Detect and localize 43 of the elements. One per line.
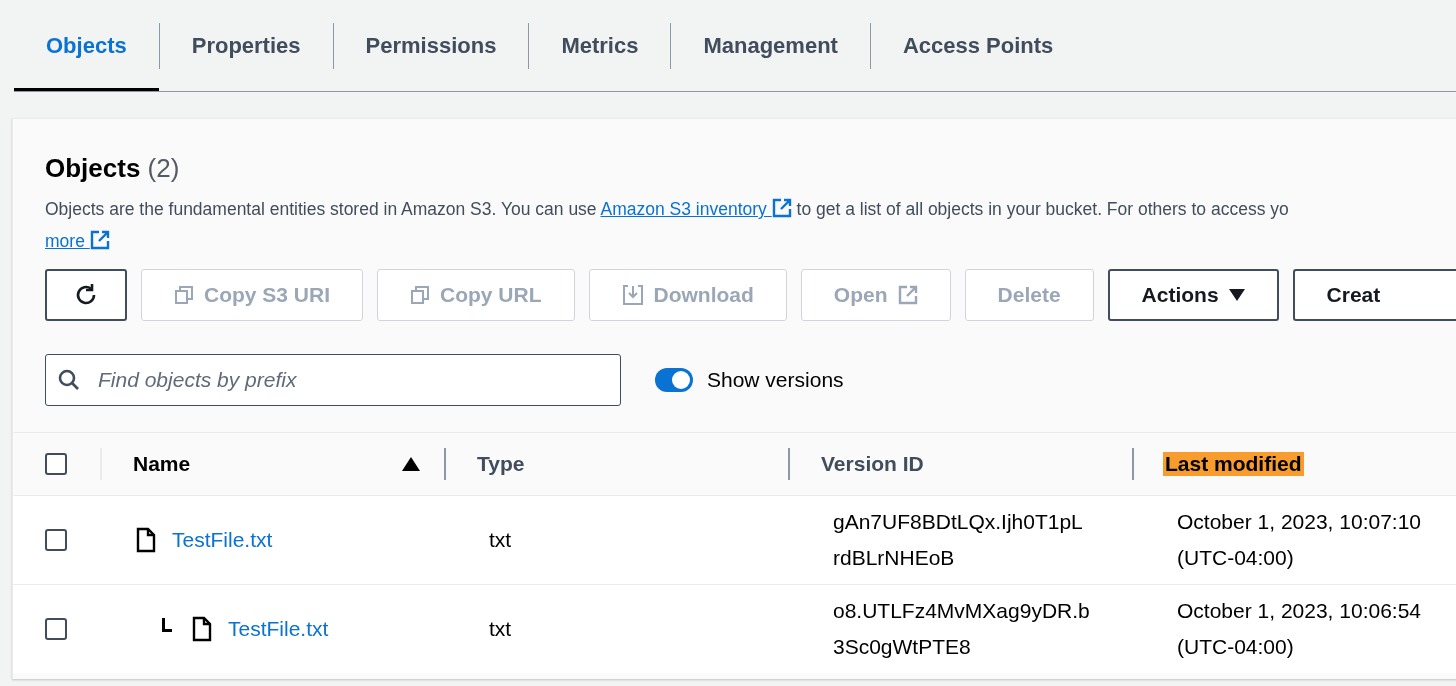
table-cell: txt — [489, 528, 512, 552]
version-branch-icon — [162, 618, 172, 632]
table-cell-text: October 1, 2023, 10:07:10 (UTC-04:00) — [1177, 509, 1421, 571]
description-text: Objects are the fundamental entities stored in Amazon S3. You can use Amazon S3 inventory to get a list of all objects in your bucket. For others to access yo more — [45, 197, 1290, 253]
file-link[interactable]: TestFile.txt — [228, 617, 329, 641]
column-header[interactable]: Last modified — [1163, 452, 1304, 476]
caret-down-icon — [1228, 289, 1245, 301]
toggle-switch[interactable] — [655, 368, 693, 392]
inventory-link[interactable]: Amazon S3 inventory — [600, 199, 792, 219]
table-cell: txt — [489, 617, 512, 641]
section-title: Objects (2) — [45, 153, 181, 184]
tab[interactable]: Access Points — [870, 0, 1086, 91]
actions-dropdown[interactable]: Actions — [1107, 269, 1279, 321]
tab[interactable]: Objects — [14, 0, 159, 91]
external-link-icon — [771, 198, 792, 218]
toolbar-button[interactable]: Creat — [1292, 269, 1456, 321]
tab[interactable]: Permissions — [333, 0, 529, 91]
download-icon — [621, 284, 644, 306]
checkbox[interactable] — [45, 529, 67, 551]
tab[interactable]: Properties — [159, 0, 333, 91]
learn-more-link[interactable]: more — [45, 231, 110, 251]
file-icon — [192, 616, 212, 642]
search-icon — [58, 369, 80, 391]
file-icon — [136, 527, 156, 553]
refresh-button[interactable] — [45, 269, 127, 321]
column-header[interactable]: Name — [133, 452, 191, 476]
table-cell-text: October 1, 2023, 10:06:54 (UTC-04:00) — [1177, 598, 1421, 660]
copy-icon — [410, 285, 431, 305]
tab[interactable]: Management — [671, 0, 870, 91]
tab[interactable]: Metrics — [529, 0, 671, 91]
checkbox[interactable] — [45, 453, 67, 475]
column-header[interactable]: Type — [477, 452, 525, 476]
table-cell-text: o8.UTLFz4MvMXag9yDR.b 3Sc0gWtPTE8 — [833, 598, 1090, 660]
sort-ascending-icon[interactable] — [402, 457, 420, 471]
checkbox[interactable] — [45, 618, 67, 640]
column-header[interactable]: Version ID — [821, 452, 924, 476]
search-field[interactable]: Find objects by prefix — [45, 354, 621, 406]
file-link[interactable]: TestFile.txt — [172, 528, 273, 552]
external-link-icon — [89, 230, 110, 250]
external-link-icon — [897, 285, 918, 305]
toggle-label: Show versions — [707, 368, 844, 392]
table-cell-text: gAn7UF8BDtLQx.Ijh0T1pL rdBLrNHEoB — [833, 509, 1083, 571]
copy-icon — [174, 285, 194, 305]
